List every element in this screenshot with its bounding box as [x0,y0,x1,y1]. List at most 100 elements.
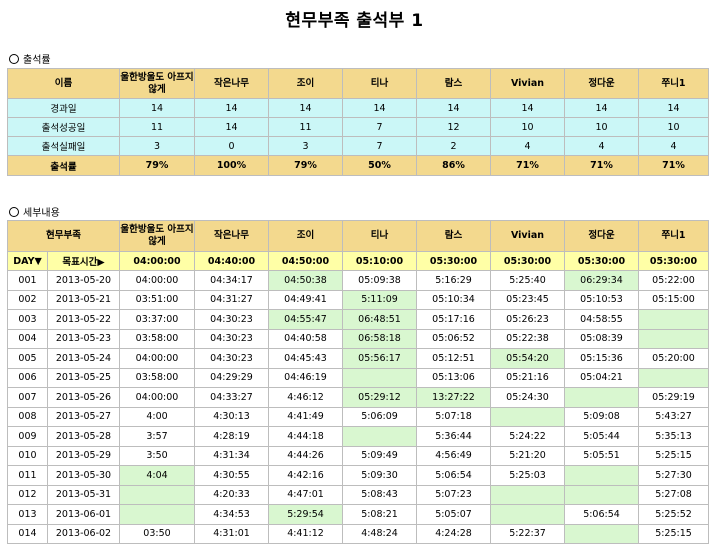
member-header: 정다운 [564,68,639,99]
summary-cell: 14 [268,98,343,118]
page-title: 현무부족 출석부 1 [285,11,424,31]
date-cell: 2013-05-21 [47,289,120,310]
time-cell: 03:50 [119,523,195,544]
attendance-rate-row: 출석률 79% 100% 79% 50% 86% 71% 71% 71% [7,155,709,176]
time-cell: 04:34:17 [194,270,269,291]
rate-cell: 79% [119,155,195,176]
day-cell: 003 [7,309,48,330]
time-cell [490,504,565,525]
time-cell [119,484,195,505]
time-cell: 4:42:16 [268,465,343,486]
table-row: 001 2013-05-20 04:00:00 04:34:17 04:50:38 05:… [7,270,709,291]
date-cell: 2013-05-28 [47,426,120,447]
summary-cell: 3 [119,136,195,156]
detail-section-label: 세부내용 [9,204,60,219]
summary-cell: 11 [268,117,343,137]
time-cell: 5:21:20 [490,445,565,466]
time-cell: 5:25:15 [638,445,709,466]
table-row: 011 2013-05-30 4:04 4:30:55 4:42:16 5:09:30 5:… [7,465,709,486]
date-cell: 2013-05-23 [47,328,120,349]
time-cell: 5:22:37 [490,523,565,544]
time-cell: 05:22:38 [490,328,565,349]
day-cell: 008 [7,406,48,427]
time-cell: 5:06:54 [416,465,491,486]
time-cell [119,504,195,525]
time-cell: 5:24:22 [490,426,565,447]
time-cell: 4:31:01 [194,523,269,544]
time-cell: 5:25:52 [638,504,709,525]
target-time-cell: 05:30:00 [638,251,709,271]
time-cell: 5:25:15 [638,523,709,544]
member-header: 조이 [268,68,343,99]
time-cell: 5:06:09 [342,406,417,427]
target-time-cell: 04:00:00 [119,251,195,271]
time-cell: 05:13:06 [416,367,491,388]
summary-cell: 14 [119,98,195,118]
day-cell: 001 [7,270,48,291]
time-cell: 13:27:22 [416,387,491,408]
time-cell: 03:58:00 [119,328,195,349]
time-cell: 05:29:19 [638,387,709,408]
time-cell: 5:07:18 [416,406,491,427]
time-cell: 04:33:27 [194,387,269,408]
target-label: 목표시간▶ [47,251,120,271]
target-time-cell: 05:30:00 [564,251,639,271]
time-cell: 4:48:24 [342,523,417,544]
summary-cell: 14 [638,98,709,118]
member-header: 정다운 [564,220,639,252]
time-cell: 05:06:52 [416,328,491,349]
date-cell: 2013-05-27 [47,406,120,427]
day-cell: 010 [7,445,48,466]
member-header: 티나 [342,220,417,252]
member-header: 울한방울도 아프지 않게 [119,68,195,99]
time-cell: 5:29:54 [268,504,343,525]
time-cell [564,465,639,486]
circle-icon [9,54,19,64]
summary-row-label: 경과일 [7,98,120,118]
rate-cell: 50% [342,155,417,176]
table-row: 007 2013-05-26 04:00:00 04:33:27 4:46:12 05:2… [7,387,709,408]
time-cell [564,484,639,505]
day-label: DAY▼ [7,251,48,271]
member-header: 작은나무 [194,68,269,99]
table-row: 012 2013-05-31 4:20:33 4:47:01 5:08:43 5:07:2… [7,484,709,505]
time-cell: 5:27:08 [638,484,709,505]
time-cell: 5:27:30 [638,465,709,486]
table-row: 009 2013-05-28 3:57 4:28:19 4:44:18 5:36:44 5:… [7,426,709,447]
time-cell: 4:41:12 [268,523,343,544]
summary-cell: 10 [638,117,709,137]
summary-cell: 14 [416,98,491,118]
time-cell: 3:57 [119,426,195,447]
time-cell: 05:23:45 [490,289,565,310]
detail-header-row: 현무부족 울한방울도 아프지 않게 작은나무 조이 티나 람스 Vivian 정다운 쭈니1 [7,220,709,252]
time-cell: 05:04:21 [564,367,639,388]
time-cell: 4:34:53 [194,504,269,525]
time-cell: 5:25:40 [490,270,565,291]
member-header: 쭈니1 [638,68,709,99]
member-header: 람스 [416,220,491,252]
time-cell: 05:15:00 [638,289,709,310]
time-cell: 5:09:08 [564,406,639,427]
time-cell: 03:51:00 [119,289,195,310]
summary-cell: 7 [342,117,417,137]
time-cell: 5:05:44 [564,426,639,447]
member-header: 울한방울도 아프지 않게 [119,220,195,252]
member-header: 티나 [342,68,417,99]
time-cell: 05:22:00 [638,270,709,291]
time-cell: 4:56:49 [416,445,491,466]
table-row: 013 2013-06-01 4:34:53 5:29:54 5:08:21 5:05:0… [7,504,709,525]
date-cell: 2013-05-22 [47,309,120,330]
table-row: 010 2013-05-29 3:50 4:31:34 4:44:26 5:09:49 4:… [7,445,709,466]
member-header: 조이 [268,220,343,252]
name-header: 이름 [7,68,120,99]
summary-row-label: 출석성공일 [7,117,120,137]
time-cell: 05:12:51 [416,348,491,369]
time-cell: 4:31:34 [194,445,269,466]
day-cell: 013 [7,504,48,525]
time-cell: 04:00:00 [119,270,195,291]
time-cell: 06:29:34 [564,270,639,291]
summary-cell: 4 [490,136,565,156]
rate-cell: 71% [564,155,639,176]
day-cell: 004 [7,328,48,349]
time-cell: 04:45:43 [268,348,343,369]
